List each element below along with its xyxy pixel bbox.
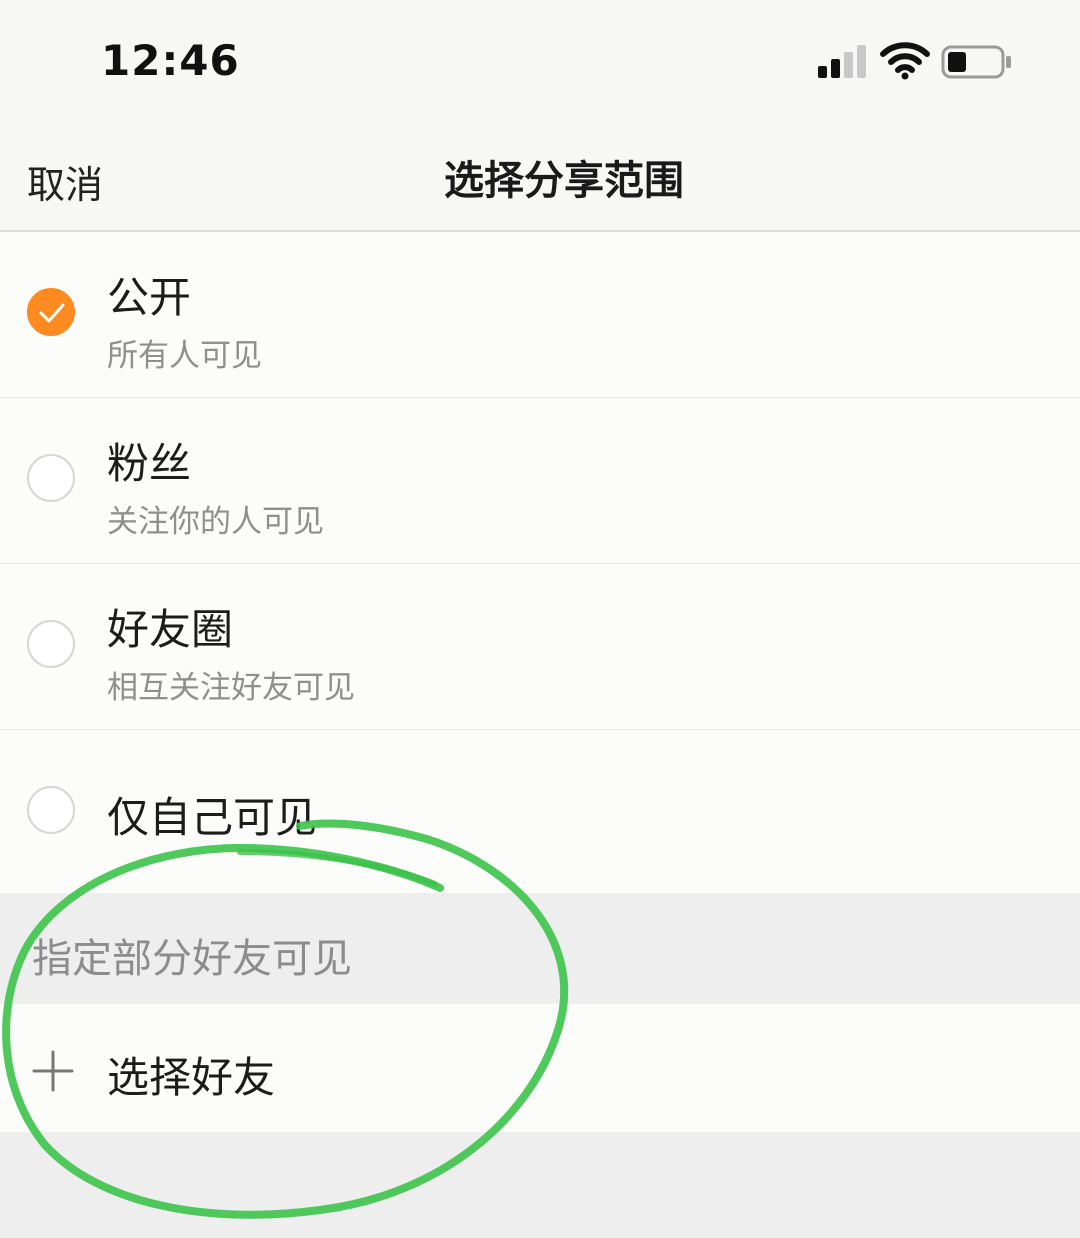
option-public[interactable]: 公开 所有人可见 [0,232,1080,398]
battery-icon [941,45,1011,79]
option-title: 仅自己可见 [107,793,318,842]
option-friends-circle[interactable]: 好友圈 相互关注好友可见 [0,564,1080,730]
option-title: 公开 [107,273,192,322]
checkmark-icon [39,303,65,323]
radio-unselected[interactable] [27,620,75,668]
option-fans[interactable]: 粉丝 关注你的人可见 [0,398,1080,564]
status-time: 12:46 [101,36,240,85]
radio-selected[interactable] [27,288,75,336]
radio-unselected[interactable] [27,454,75,502]
partial-visible-header: 指定部分好友可见 [0,896,1080,1004]
nav-bar: 取消 选择分享范围 [0,120,1080,232]
page-title: 选择分享范围 [444,158,684,204]
option-subtitle: 所有人可见 [107,338,262,374]
select-friends-button[interactable]: 选择好友 [0,1004,1080,1132]
option-title: 好友圈 [107,605,234,654]
option-subtitle: 相互关注好友可见 [107,670,355,706]
option-only-me[interactable]: 仅自己可见 [0,730,1080,893]
option-subtitle: 关注你的人可见 [107,504,324,540]
radio-unselected[interactable] [27,786,75,834]
share-scope-list: 公开 所有人可见 粉丝 关注你的人可见 好友圈 相互关注好友可见 仅自己可见 [0,232,1080,893]
section-header-label: 指定部分好友可见 [32,936,352,982]
status-bar: 12:46 [0,0,1080,120]
wifi-icon [880,42,930,80]
signal-icon [818,45,866,78]
option-title: 粉丝 [107,439,192,488]
select-friends-label: 选择好友 [107,1053,276,1102]
plus-icon [32,1050,74,1092]
